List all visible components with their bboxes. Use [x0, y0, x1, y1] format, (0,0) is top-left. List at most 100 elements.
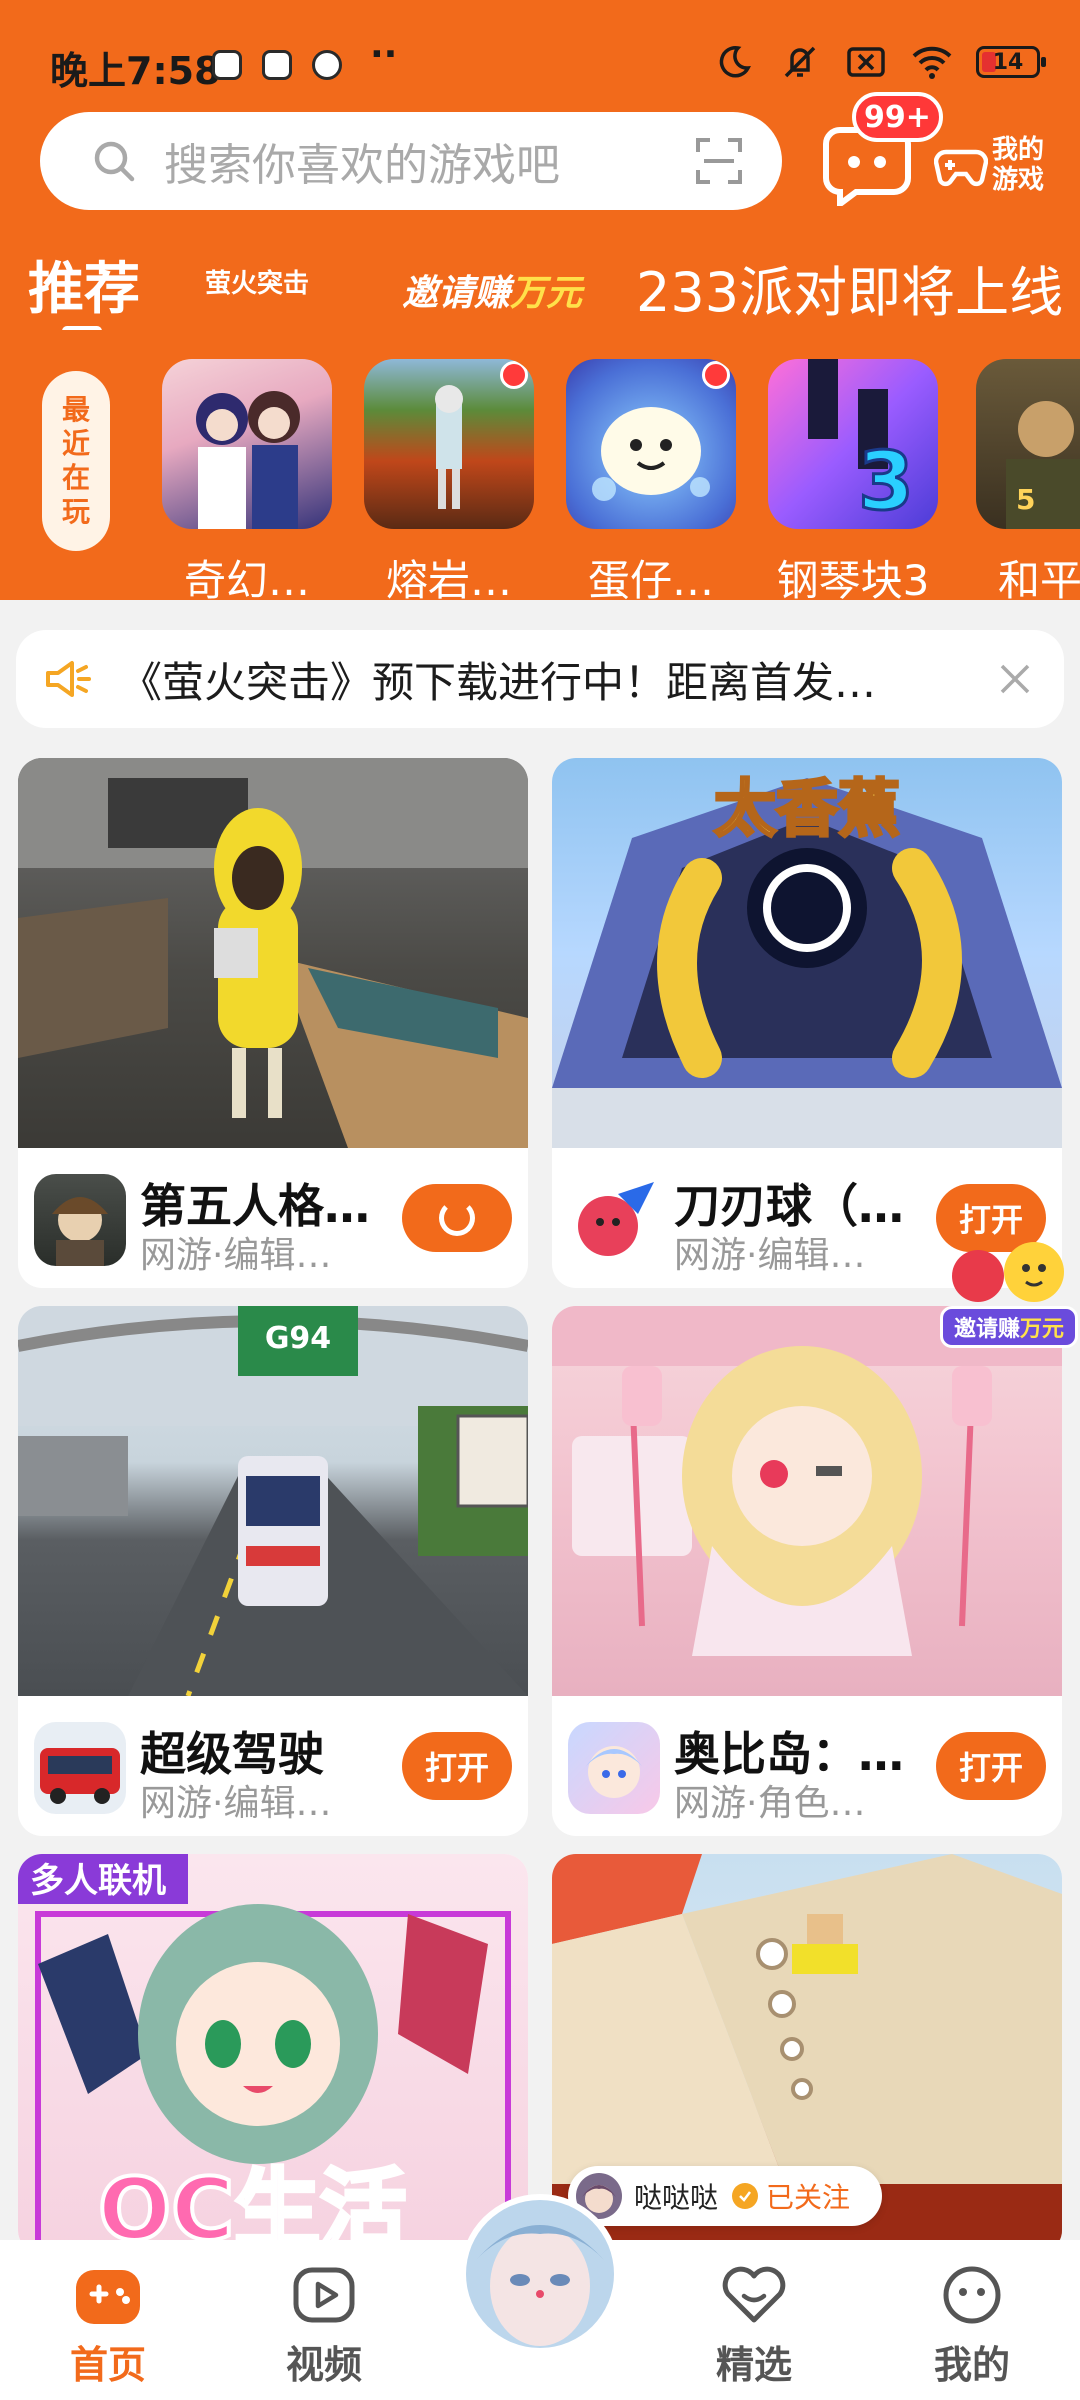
game-subtitle: 网游·角色… [674, 1783, 866, 1824]
header: 晚上7:58 ·· 14 搜索你喜欢的游戏吧 99+ 我的游戏 推荐 萤火突击 … [0, 0, 1080, 600]
game-cover-image: 太香蕉 [552, 758, 1062, 1148]
game-icon [568, 1174, 660, 1266]
recent-game[interactable]: 蛋仔… [566, 359, 736, 600]
game-card-info: 奥比岛：… 网游·角色… 打开 [552, 1696, 1062, 1836]
battery-level: 14 [992, 49, 1024, 75]
mute-icon [778, 42, 822, 82]
game-card[interactable]: G94 超级驾驶 网游·编辑… 打开 [18, 1306, 528, 1836]
game-card[interactable]: 太香蕉 刀刃球（… 网游·编辑… 打开 [552, 758, 1062, 1288]
tab-firefly-logo[interactable]: 萤火突击 [182, 248, 332, 314]
game-thumbnail: 5 [976, 359, 1080, 529]
game-icon [568, 1722, 660, 1814]
banana-title: 太香蕉 [714, 772, 900, 845]
game-subtitle: 网游·编辑… [140, 1235, 332, 1276]
recent-games-row: 最近在玩 奇幻… 熔岩… 蛋仔… 3 钢琴块3 5 和平 [0, 355, 1080, 600]
nav-video[interactable]: 视频 [254, 2264, 394, 2389]
game-card[interactable]: 多人联机 OC生活 [18, 1854, 528, 2254]
recent-game[interactable]: 奇幻… [162, 359, 332, 600]
tab-firefly-label: 萤火突击 [204, 268, 309, 299]
recent-label[interactable]: 最近在玩 [42, 371, 110, 551]
game-card[interactable]: 奥比岛：… 网游·角色… 打开 [552, 1306, 1062, 1836]
gamepad-icon [934, 149, 988, 187]
road-sign-text: G94 [265, 1321, 331, 1356]
game-cover-image: 多人联机 OC生活 [18, 1854, 528, 2254]
battery-icon: 14 [976, 46, 1046, 78]
game-card[interactable]: 第五人格… 网游·编辑… [18, 758, 528, 1288]
recent-game-name: 钢琴块3 [776, 556, 930, 600]
notification-app-icon [262, 50, 292, 80]
game-subtitle: 网游·编辑… [674, 1235, 866, 1276]
open-button[interactable]: 打开 [402, 1732, 512, 1800]
floating-invite-prefix: 邀请赚 [953, 1317, 1020, 1342]
recent-game-name: 和平… [997, 556, 1080, 600]
my-games-button[interactable]: 我的游戏 [934, 130, 1054, 200]
game-cover-image [18, 758, 528, 1148]
game-thumbnail [566, 359, 736, 529]
game-subtitle: 网游·编辑… [140, 1783, 332, 1824]
tab-recommend[interactable]: 推荐 [28, 244, 140, 325]
video-play-icon [293, 2267, 355, 2323]
recent-game-name: 蛋仔… [587, 556, 714, 600]
tab-invite[interactable]: 邀请赚万元 [402, 264, 582, 316]
speaker-icon [46, 661, 91, 697]
nav-mine-label: 我的 [933, 2343, 1010, 2387]
recent-label-text: 最近在玩 [61, 393, 90, 528]
announcement-bar[interactable]: 《萤火突击》预下载进行中！距离首发… [16, 630, 1064, 728]
heart-icon [722, 2266, 786, 2323]
recent-game-name: 熔岩… [385, 556, 512, 600]
check-icon [732, 2183, 759, 2209]
nav-featured[interactable]: 精选 [684, 2264, 824, 2389]
follow-status: 已关注 [766, 2181, 851, 2214]
smiley-face-icon [943, 2266, 1001, 2324]
search-placeholder: 搜索你喜欢的游戏吧 [164, 140, 560, 191]
game-icon [34, 1722, 126, 1814]
notification-app-icon [212, 50, 242, 80]
top-tabs: 推荐 萤火突击 邀请赚万元 233派对即将上线 [0, 240, 1080, 330]
loading-spinner-icon [439, 1200, 475, 1236]
recent-game[interactable]: 3 钢琴块3 [768, 359, 938, 600]
svg-text:5: 5 [1016, 483, 1035, 516]
my-games-label: 我的游戏 [992, 135, 1045, 195]
nav-featured-label: 精选 [715, 2343, 792, 2387]
center-avatar-image [466, 2200, 614, 2348]
tab-party[interactable]: 233派对即将上线 [636, 248, 1063, 327]
recent-game[interactable]: 5 和平… [976, 359, 1080, 600]
floating-invite-banner[interactable]: 邀请赚 万元 [938, 1232, 1080, 1362]
gamepad-icon [76, 2270, 140, 2324]
search-input[interactable]: 搜索你喜欢的游戏吧 [40, 112, 782, 210]
scan-icon[interactable] [694, 136, 744, 186]
moon-icon [712, 42, 756, 82]
game-icon [34, 1174, 126, 1266]
close-icon[interactable] [998, 662, 1032, 696]
game-thumbnail: 3 [768, 359, 938, 529]
more-notifications-icon: ·· [370, 34, 398, 75]
recent-game-name: 奇幻… [183, 556, 310, 600]
search-icon [94, 141, 135, 182]
status-time: 晚上7:58 [50, 49, 221, 93]
tab-invite-highlight: 万元 [510, 273, 583, 314]
game-card-info: 第五人格… 网游·编辑… [18, 1148, 528, 1288]
sim-off-icon [844, 42, 888, 82]
announcement-text: 《萤火突击》预下载进行中！距离首发… [120, 657, 877, 707]
new-dot [702, 361, 730, 389]
creator-name: 哒哒哒 [634, 2181, 719, 2214]
nav-home[interactable]: 首页 [38, 2264, 178, 2389]
multiplayer-badge: 多人联机 [30, 1861, 166, 1901]
game-thumbnail [364, 359, 534, 529]
floating-invite-highlight: 万元 [1020, 1317, 1065, 1342]
wifi-icon [910, 42, 954, 82]
nav-mine[interactable]: 我的 [902, 2264, 1042, 2389]
followed-creator-pill[interactable]: 哒哒哒 已关注 [568, 2166, 882, 2226]
tab-invite-prefix: 邀请赚 [402, 273, 511, 314]
recent-game[interactable]: 熔岩… [364, 359, 534, 600]
floating-invite-label: 邀请赚 万元 [940, 1306, 1078, 1348]
game-cover-image: G94 [18, 1306, 528, 1696]
loading-button[interactable] [402, 1184, 512, 1252]
open-button[interactable]: 打开 [936, 1732, 1046, 1800]
tab-indicator [62, 326, 102, 330]
new-dot [500, 361, 528, 389]
nav-home-label: 首页 [69, 2343, 146, 2387]
game-thumbnail [162, 359, 332, 529]
nav-center-avatar[interactable] [460, 2194, 620, 2354]
svg-text:3: 3 [858, 435, 914, 528]
